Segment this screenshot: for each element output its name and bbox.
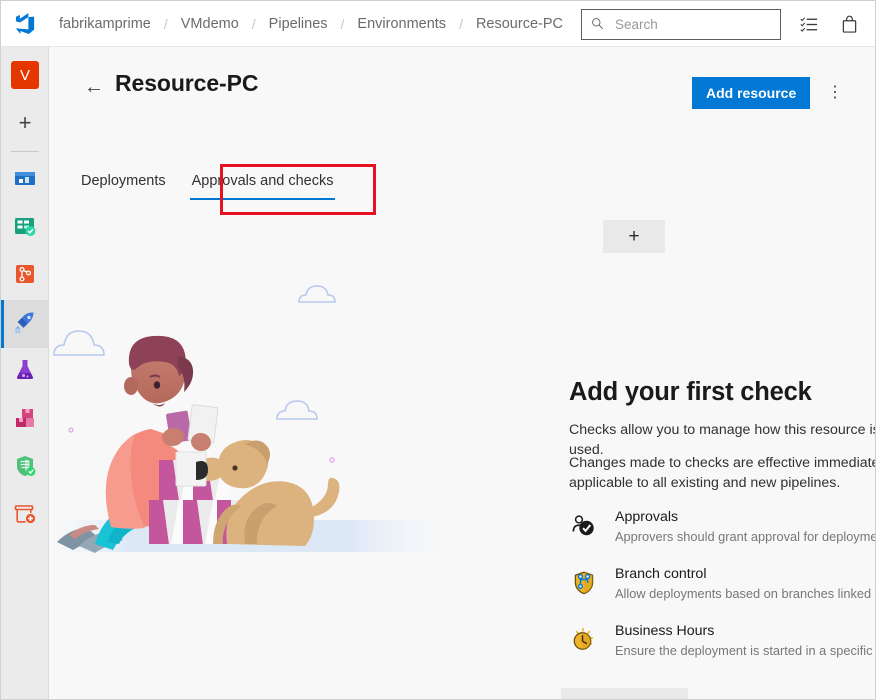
list-item-branch-control[interactable]: Branch control Allow deployments based o… [569, 564, 875, 621]
top-navigation-bar: fabrikamprime / VMdemo / Pipelines / Env… [1, 1, 875, 47]
repos-icon [12, 261, 38, 292]
test-plans-flask-icon [12, 357, 38, 388]
marketplace-bag-icon[interactable] [836, 11, 862, 37]
check-text-block: Business Hours Ensure the deployment is … [615, 621, 875, 660]
breadcrumb-separator: / [459, 15, 463, 32]
breadcrumb-separator: / [163, 15, 168, 32]
business-hours-clock-icon [569, 625, 599, 655]
check-name: Branch control [615, 566, 707, 582]
new-project-button[interactable]: + [1, 99, 49, 147]
plus-icon: + [18, 110, 32, 135]
view-all-checks-button[interactable]: View all checks [561, 688, 689, 699]
main-content-area: ← Resource-PC Add resource ⋮ Deployments… [49, 47, 876, 699]
check-text-block: Branch control Allow deployments based o… [615, 564, 875, 603]
add-resource-button[interactable]: Add resource [692, 77, 811, 109]
app-window: fabrikamprime / VMdemo / Pipelines / Env… [0, 0, 876, 700]
check-description: Ensure the deployment is started in a sp… [615, 643, 875, 658]
breadcrumb-separator: / [340, 15, 345, 32]
sidebar-item-repos[interactable] [1, 252, 49, 300]
sidebar-item-test-plans[interactable] [1, 348, 49, 396]
boards-icon [12, 213, 38, 244]
tab-bar: Deployments Approvals and checks [79, 167, 336, 200]
more-options-menu-icon[interactable]: ⋮ [821, 79, 849, 107]
suggested-checks-list: Approvals Approvers should grant approva… [569, 507, 876, 678]
approvals-person-check-icon [569, 511, 599, 541]
breadcrumb-item-organization[interactable]: fabrikamprime [57, 14, 153, 34]
checks-empty-state-panel: + Add your first check Checks allow you … [509, 167, 876, 699]
search-input[interactable] [613, 16, 773, 33]
sidebar-item-boards[interactable] [1, 204, 49, 252]
artifacts-boxes-icon [12, 405, 38, 436]
search-box[interactable] [581, 9, 781, 40]
list-item-approvals[interactable]: Approvals Approvers should grant approva… [569, 507, 876, 564]
sidebar-item-overview[interactable] [1, 156, 49, 204]
back-button[interactable]: ← [84, 77, 104, 97]
tab-deployments[interactable]: Deployments [79, 167, 168, 200]
branch-control-shield-icon [569, 568, 599, 598]
check-name: Approvals [615, 509, 679, 525]
azure-devops-logo-icon[interactable] [1, 1, 49, 46]
sidebar-item-artifacts[interactable] [1, 396, 49, 444]
check-name: Business Hours [615, 623, 715, 639]
sidebar-item-pipelines[interactable] [1, 300, 49, 348]
breadcrumb-item-environments[interactable]: Environments [355, 14, 448, 34]
check-description: Approvers should grant approval for depl… [615, 529, 876, 544]
breadcrumb-item-project[interactable]: VMdemo [179, 14, 241, 34]
rail-divider [11, 151, 39, 152]
list-item-business-hours[interactable]: Business Hours Ensure the deployment is … [569, 621, 875, 678]
sidebar-item-advanced-security[interactable] [1, 444, 49, 492]
empty-state-paragraph-2: Changes made to checks are effective imm… [569, 455, 876, 491]
pipelines-rocket-icon [12, 309, 38, 340]
sidebar-item-add-extension[interactable] [1, 492, 49, 540]
check-text-block: Approvals Approvers should grant approva… [615, 507, 876, 546]
breadcrumb: fabrikamprime / VMdemo / Pipelines / Env… [57, 14, 565, 34]
tab-approvals-and-checks[interactable]: Approvals and checks [189, 167, 336, 200]
overview-icon [12, 165, 38, 196]
add-check-button[interactable]: + [603, 220, 665, 253]
breadcrumb-item-resource[interactable]: Resource-PC [474, 14, 565, 34]
project-avatar-initial: V [11, 61, 39, 89]
project-avatar[interactable]: V [1, 51, 49, 99]
breadcrumb-separator: / [251, 15, 256, 32]
check-description: Allow deployments based on branches link… [615, 586, 875, 601]
search-icon [591, 17, 604, 33]
breadcrumb-item-pipelines[interactable]: Pipelines [267, 14, 330, 34]
add-extension-icon [12, 501, 38, 532]
boards-checklist-icon[interactable] [796, 11, 822, 37]
empty-state-illustration [49, 272, 499, 602]
left-navigation-rail: V + [1, 47, 49, 699]
empty-state-title: Add your first check [569, 378, 812, 406]
page-header: ← Resource-PC Add resource ⋮ [49, 47, 875, 155]
page-title: Resource-PC [115, 70, 259, 96]
advanced-security-shield-icon [12, 453, 38, 484]
